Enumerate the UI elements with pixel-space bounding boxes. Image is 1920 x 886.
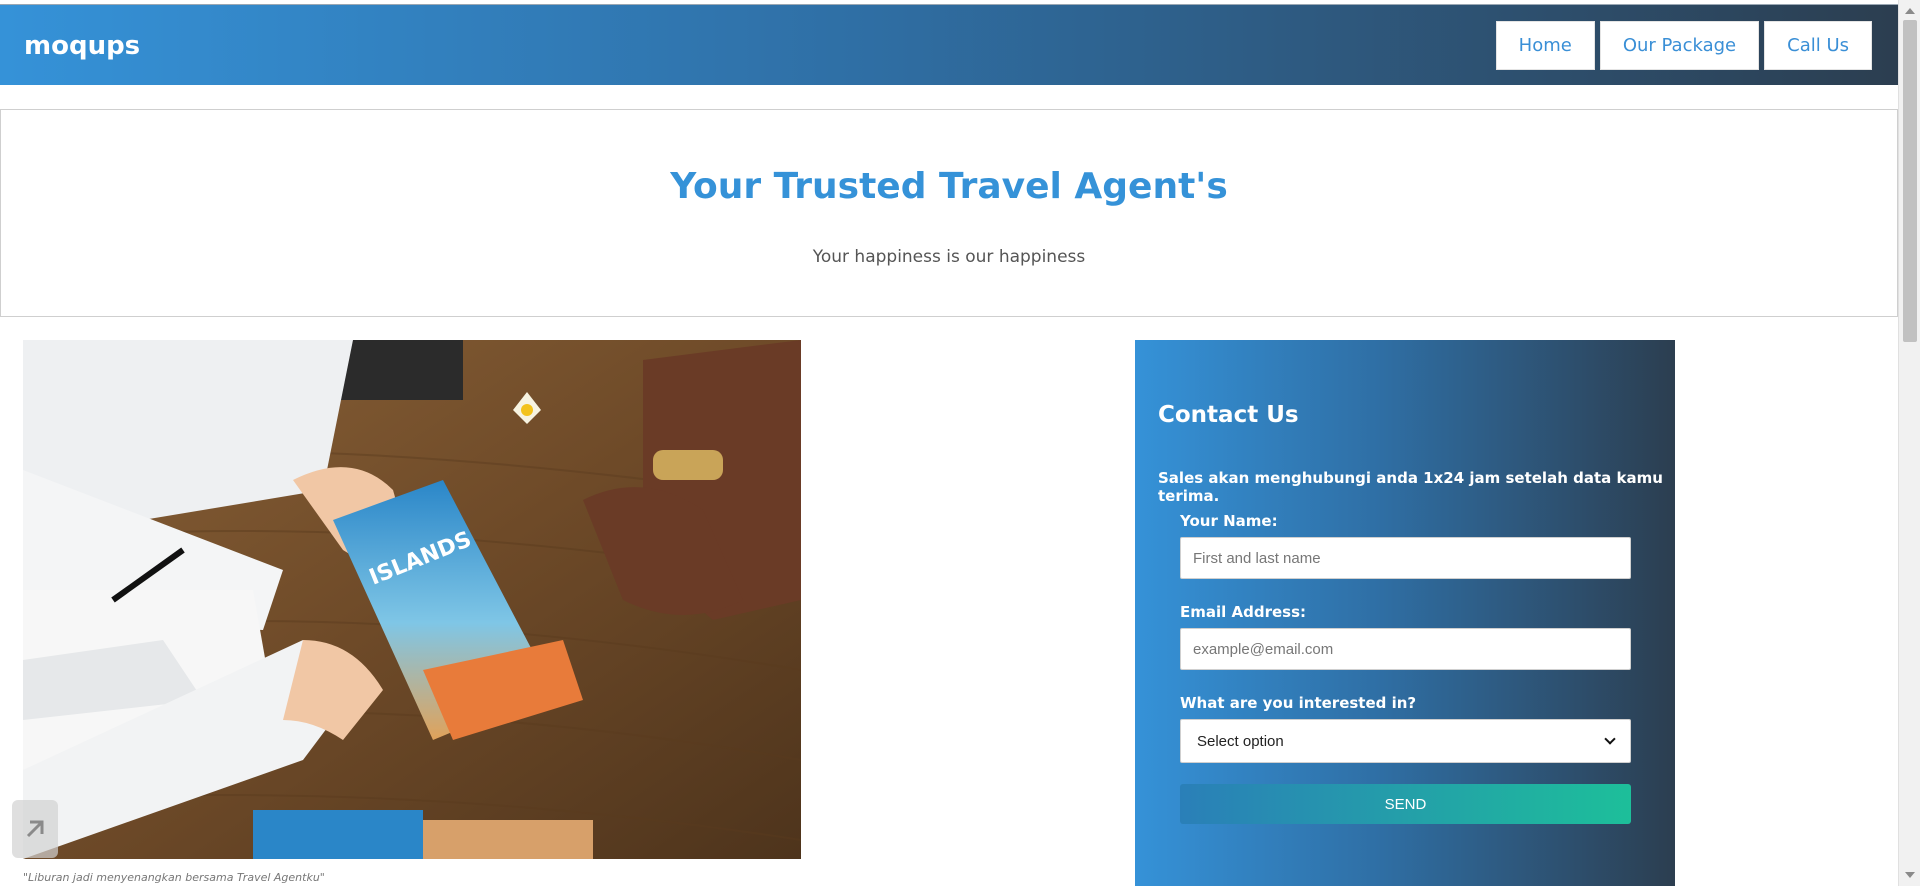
interest-select[interactable]: Select option (1180, 719, 1631, 763)
send-button[interactable]: SEND (1180, 784, 1631, 824)
contact-form-card: Contact Us Sales akan menghubungi anda 1… (1135, 340, 1675, 886)
scroll-up-icon[interactable] (1905, 8, 1915, 14)
floating-widget[interactable] (12, 800, 58, 858)
brand-logo[interactable]: moqups (24, 31, 140, 61)
email-label: Email Address: (1180, 603, 1307, 621)
interest-label: What are you interested in? (1180, 694, 1417, 712)
photo-caption: "Liburan jadi menyenangkan bersama Trave… (23, 871, 325, 884)
name-label: Your Name: (1180, 512, 1278, 530)
scroll-thumb[interactable] (1903, 20, 1917, 342)
travel-agent-image: ISLANDS (23, 340, 801, 859)
nav-home-button[interactable]: Home (1495, 21, 1595, 70)
interest-select-value: Select option (1197, 732, 1284, 750)
scroll-down-icon[interactable] (1905, 872, 1915, 878)
widget-arrow-icon (26, 820, 44, 838)
nav-call-us-button[interactable]: Call Us (1764, 21, 1872, 70)
hero-title: Your Trusted Travel Agent's (670, 166, 1228, 207)
hero-subtitle: Your happiness is our happiness (812, 247, 1086, 267)
nav-our-package-button[interactable]: Our Package (1599, 21, 1760, 70)
travel-photo: ISLANDS (23, 340, 801, 859)
hero-section: Your Trusted Travel Agent's Your happine… (0, 109, 1898, 317)
chevron-down-icon (1604, 733, 1616, 745)
vertical-scrollbar[interactable] (1898, 0, 1920, 886)
main-nav: Home Our Package Call Us (1495, 21, 1872, 70)
top-header: moqups Home Our Package Call Us (0, 4, 1898, 85)
contact-note: Sales akan menghubungi anda 1x24 jam set… (1158, 469, 1663, 505)
email-input[interactable] (1180, 628, 1631, 670)
name-input[interactable] (1180, 537, 1631, 579)
contact-title: Contact Us (1158, 402, 1299, 428)
